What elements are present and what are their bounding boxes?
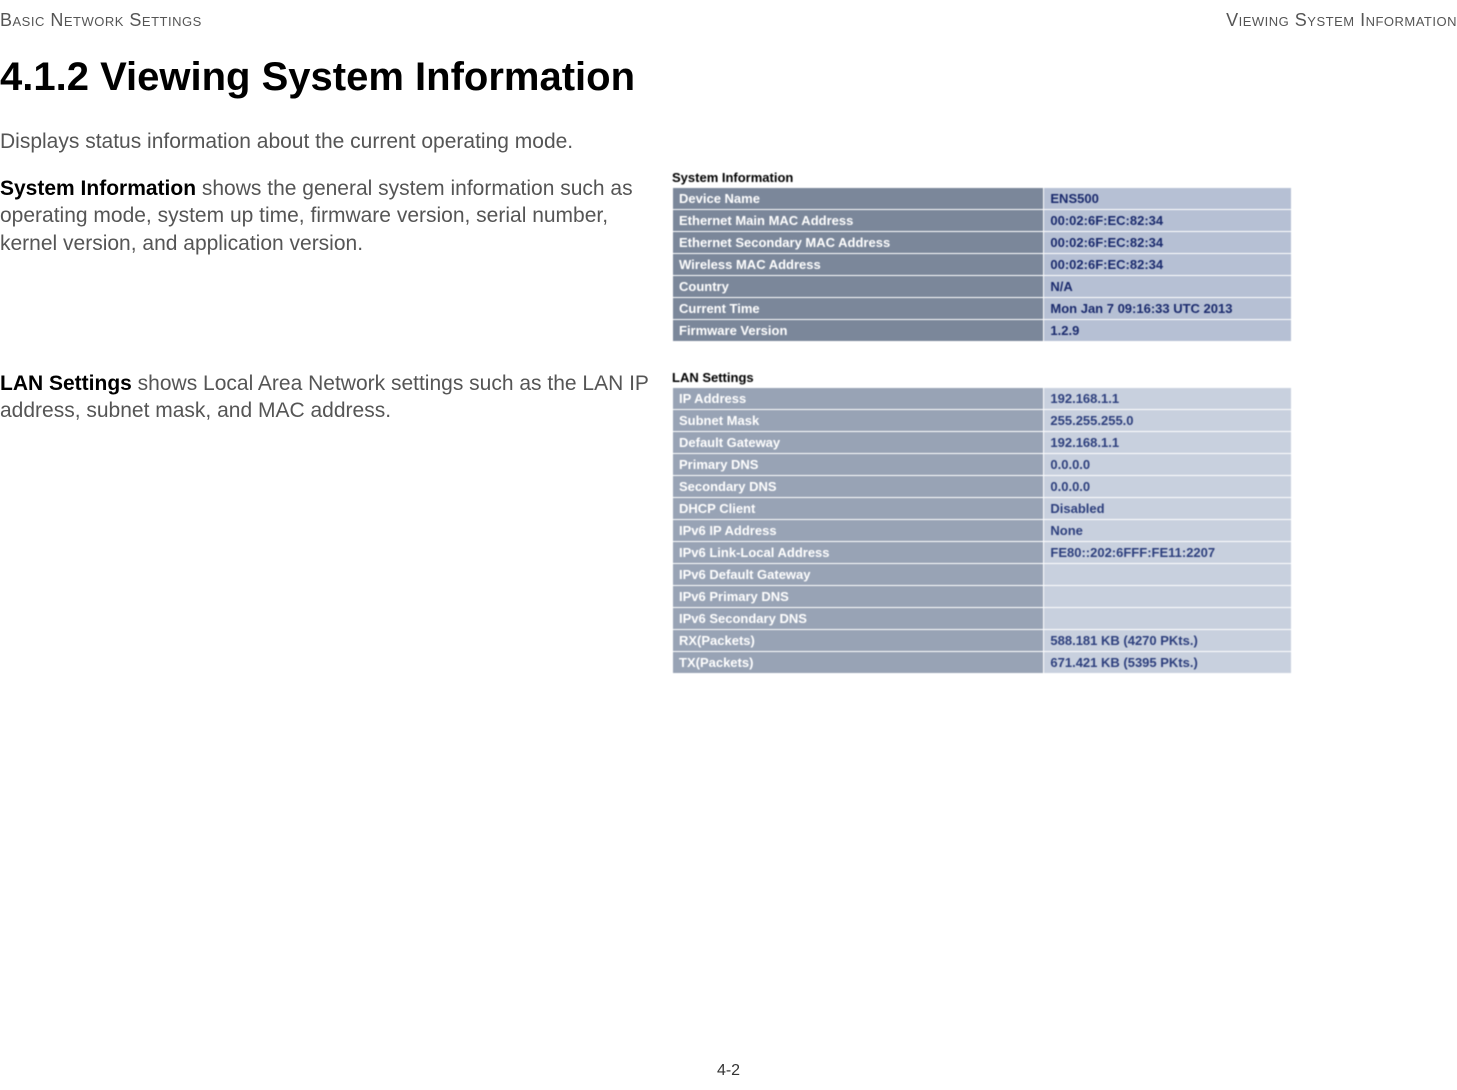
row-value: 192.168.1.1 bbox=[1044, 388, 1292, 410]
row-label: Firmware Version bbox=[673, 320, 1044, 342]
table-row: Device NameENS500 bbox=[673, 188, 1292, 210]
row-label: IPv6 Default Gateway bbox=[673, 564, 1044, 586]
row-label: IP Address bbox=[673, 388, 1044, 410]
row-value: 1.2.9 bbox=[1044, 320, 1292, 342]
header-left: Basic Network Settings bbox=[0, 10, 202, 31]
row-label: RX(Packets) bbox=[673, 630, 1044, 652]
row-label: DHCP Client bbox=[673, 498, 1044, 520]
row-value: 192.168.1.1 bbox=[1044, 432, 1292, 454]
page-number: 4-2 bbox=[717, 1062, 740, 1080]
row-value: 0.0.0.0 bbox=[1044, 454, 1292, 476]
table-row: Default Gateway192.168.1.1 bbox=[673, 432, 1292, 454]
row-value: ENS500 bbox=[1044, 188, 1292, 210]
table-row: TX(Packets)671.421 KB (5395 PKts.) bbox=[673, 652, 1292, 674]
table-row: Ethernet Secondary MAC Address00:02:6F:E… bbox=[673, 232, 1292, 254]
row-value: None bbox=[1044, 520, 1292, 542]
row-label: Default Gateway bbox=[673, 432, 1044, 454]
lan-settings-caption: LAN Settings bbox=[672, 370, 1292, 385]
row-value bbox=[1044, 608, 1292, 630]
header-right: Viewing System Information bbox=[1226, 10, 1457, 31]
table-row: IPv6 Primary DNS bbox=[673, 586, 1292, 608]
table-row: IPv6 Link-Local AddressFE80::202:6FFF:FE… bbox=[673, 542, 1292, 564]
row-value: Mon Jan 7 09:16:33 UTC 2013 bbox=[1044, 298, 1292, 320]
row-value: 0.0.0.0 bbox=[1044, 476, 1292, 498]
lan-settings-table: IP Address192.168.1.1 Subnet Mask255.255… bbox=[672, 387, 1292, 674]
row-label: Current Time bbox=[673, 298, 1044, 320]
system-information-caption: System Information bbox=[672, 170, 1292, 185]
table-row: CountryN/A bbox=[673, 276, 1292, 298]
table-row: Primary DNS0.0.0.0 bbox=[673, 454, 1292, 476]
row-label: IPv6 Link-Local Address bbox=[673, 542, 1044, 564]
row-value: 671.421 KB (5395 PKts.) bbox=[1044, 652, 1292, 674]
row-label: Secondary DNS bbox=[673, 476, 1044, 498]
intro-text: Displays status information about the cu… bbox=[0, 130, 573, 154]
row-label: Country bbox=[673, 276, 1044, 298]
row-value bbox=[1044, 564, 1292, 586]
table-row: Firmware Version1.2.9 bbox=[673, 320, 1292, 342]
table-row: Subnet Mask255.255.255.0 bbox=[673, 410, 1292, 432]
system-information-panel: System Information Device NameENS500 Eth… bbox=[672, 170, 1292, 342]
row-value: 588.181 KB (4270 PKts.) bbox=[1044, 630, 1292, 652]
system-information-description: System Information shows the general sys… bbox=[0, 175, 640, 257]
table-row: Current TimeMon Jan 7 09:16:33 UTC 2013 bbox=[673, 298, 1292, 320]
row-label: TX(Packets) bbox=[673, 652, 1044, 674]
row-value: 00:02:6F:EC:82:34 bbox=[1044, 254, 1292, 276]
table-row: IP Address192.168.1.1 bbox=[673, 388, 1292, 410]
row-value: 255.255.255.0 bbox=[1044, 410, 1292, 432]
system-information-label: System Information bbox=[0, 177, 196, 200]
row-label: IPv6 IP Address bbox=[673, 520, 1044, 542]
lan-settings-label: LAN Settings bbox=[0, 372, 132, 395]
table-row: RX(Packets)588.181 KB (4270 PKts.) bbox=[673, 630, 1292, 652]
system-information-table: Device NameENS500 Ethernet Main MAC Addr… bbox=[672, 187, 1292, 342]
row-label: Device Name bbox=[673, 188, 1044, 210]
table-row: IPv6 Secondary DNS bbox=[673, 608, 1292, 630]
row-label: Wireless MAC Address bbox=[673, 254, 1044, 276]
lan-settings-panel: LAN Settings IP Address192.168.1.1 Subne… bbox=[672, 370, 1292, 674]
table-row: IPv6 Default Gateway bbox=[673, 564, 1292, 586]
row-label: Ethernet Secondary MAC Address bbox=[673, 232, 1044, 254]
row-value: Disabled bbox=[1044, 498, 1292, 520]
row-label: Primary DNS bbox=[673, 454, 1044, 476]
row-value: 00:02:6F:EC:82:34 bbox=[1044, 232, 1292, 254]
table-row: DHCP ClientDisabled bbox=[673, 498, 1292, 520]
row-label: IPv6 Primary DNS bbox=[673, 586, 1044, 608]
table-row: IPv6 IP AddressNone bbox=[673, 520, 1292, 542]
table-row: Ethernet Main MAC Address00:02:6F:EC:82:… bbox=[673, 210, 1292, 232]
table-row: Secondary DNS0.0.0.0 bbox=[673, 476, 1292, 498]
page-heading: 4.1.2 Viewing System Information bbox=[0, 55, 635, 100]
table-row: Wireless MAC Address00:02:6F:EC:82:34 bbox=[673, 254, 1292, 276]
row-value bbox=[1044, 586, 1292, 608]
row-label: IPv6 Secondary DNS bbox=[673, 608, 1044, 630]
row-value: FE80::202:6FFF:FE11:2207 bbox=[1044, 542, 1292, 564]
row-label: Ethernet Main MAC Address bbox=[673, 210, 1044, 232]
lan-settings-description: LAN Settings shows Local Area Network se… bbox=[0, 370, 650, 425]
row-value: 00:02:6F:EC:82:34 bbox=[1044, 210, 1292, 232]
row-label: Subnet Mask bbox=[673, 410, 1044, 432]
row-value: N/A bbox=[1044, 276, 1292, 298]
